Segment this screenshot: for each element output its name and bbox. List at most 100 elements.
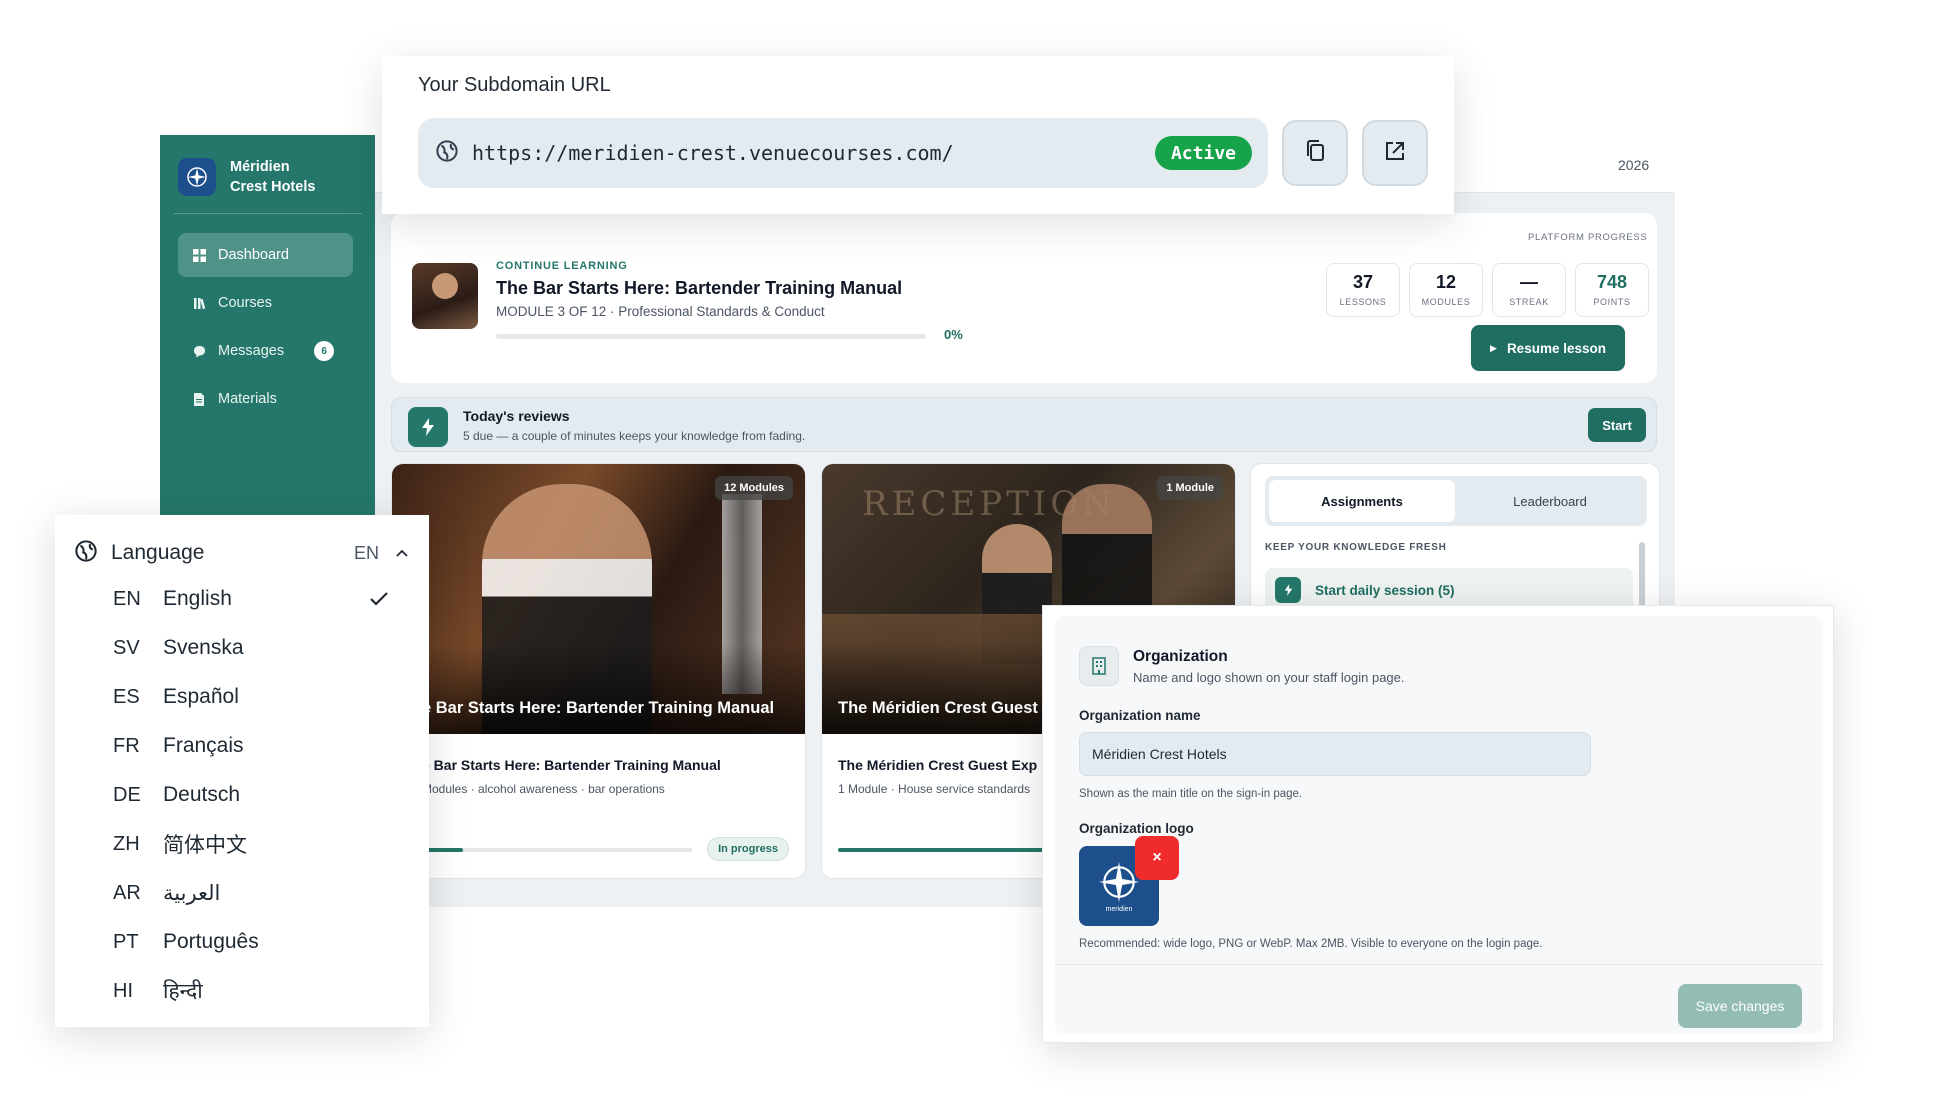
continue-eyebrow: CONTINUE LEARNING [496,260,628,272]
organization-name-label: Organization name [1079,708,1201,723]
brand-name-line2: Crest Hotels [230,179,316,195]
language-code: AR [113,881,141,904]
lightning-icon [408,407,448,447]
save-changes-button[interactable]: Save changes [1678,984,1802,1028]
dashboard-icon [192,248,206,262]
course-subtitle: 1 Module · House service standards [838,782,1031,796]
messages-count-badge: 6 [314,341,335,361]
stat-value: — [1520,272,1538,292]
organization-subtitle: Name and logo shown on your staff login … [1133,670,1405,685]
stat-label: LESSONS [1339,297,1387,307]
course-subtitle: Modules · alcohol awareness · bar operat… [422,782,665,796]
resume-lesson-label: Resume lesson [1506,340,1606,356]
stat-streak: — STREAK [1492,263,1566,317]
chevron-up-icon [395,545,409,563]
stat-value: 12 [1435,272,1457,292]
platform-progress-label: PLATFORM PROGRESS [1528,232,1648,243]
language-option-pt[interactable]: PT Português [113,922,413,962]
sidebar-item-messages[interactable]: Messages 6 [178,329,353,373]
language-code: FR [113,734,140,757]
language-code: ZH [113,832,140,855]
lightning-icon [1275,577,1301,603]
course-image: 12 Modules e Bar Starts Here: Bartender … [392,464,805,734]
language-option-fr[interactable]: FR Français [113,726,413,766]
language-menu-header[interactable]: Language EN [75,535,409,571]
subdomain-url-field[interactable]: https://meridien-crest.venuecourses.com/… [418,118,1268,188]
tab-leaderboard[interactable]: Leaderboard [1457,480,1643,522]
language-code: EN [113,587,141,610]
course-progress-fill [838,848,1058,852]
language-name: Svenska [163,636,244,659]
course-card[interactable]: 12 Modules e Bar Starts Here: Bartender … [391,463,806,879]
reviews-subtitle: 5 due — a couple of minutes keeps your k… [463,429,806,443]
subdomain-title: Your Subdomain URL [418,74,611,96]
resume-lesson-button[interactable]: ▶ Resume lesson [1471,325,1625,371]
organization-name-input[interactable] [1079,732,1591,776]
globe-icon [436,139,458,167]
current-language-code: EN [353,543,379,563]
section-heading: KEEP YOUR KNOWLEDGE FRESH [1265,542,1447,553]
language-option-en[interactable]: EN English [113,579,413,619]
panel-scrollbar[interactable] [1639,542,1645,612]
language-option-es[interactable]: ES Español [113,677,413,717]
stat-points: 748 POINTS [1575,263,1649,317]
chat-bubble-icon [192,344,206,358]
continue-course-title[interactable]: The Bar Starts Here: Bartender Training … [496,278,902,299]
stat-label: POINTS [1593,297,1631,307]
course-image-title: The Méridien Crest Guest [838,699,1038,717]
checkmark-icon [369,589,389,613]
modules-count-chip: 12 Modules [715,476,793,500]
sidebar-item-label: Dashboard [218,247,289,263]
course-thumbnail[interactable] [412,263,478,329]
language-code: ES [113,685,140,708]
stat-value: 748 [1596,272,1628,292]
language-code: SV [113,636,140,659]
compass-logo-icon [178,158,216,196]
language-name: 简体中文 [163,834,247,857]
footer-divider [1055,964,1823,965]
language-name: Français [163,734,244,757]
organization-logo-label: Organization logo [1079,821,1194,836]
course-progress-track [422,848,692,852]
continue-course-module: MODULE 3 OF 12 · Professional Standards … [496,304,825,319]
course-progress-track [838,848,1058,852]
globe-icon [75,539,97,567]
language-option-hi[interactable]: HI हिन्दी [113,971,413,1011]
subdomain-url-text: https://meridien-crest.venuecourses.com/ [472,141,954,165]
course-image-title: e Bar Starts Here: Bartender Training Ma… [422,699,775,717]
status-badge: Active [1154,136,1252,170]
course-title[interactable]: e Bar Starts Here: Bartender Training Ma… [422,757,721,773]
organization-settings-inner: Organization Name and logo shown on your… [1055,616,1823,1034]
reviews-title: Today's reviews [463,408,570,424]
building-icon [1079,646,1119,686]
stat-modules: 12 MODULES [1409,263,1483,317]
play-icon: ▶ [1490,342,1497,353]
year-label: 2026 [1618,157,1650,173]
continue-progress-percent: 0% [944,327,963,342]
brand-name: Méridien Crest Hotels [230,157,315,197]
sidebar-item-label: Courses [218,295,272,311]
sidebar-item-courses[interactable]: Courses [178,281,353,325]
language-option-de[interactable]: DE Deutsch [113,775,413,815]
copy-url-button[interactable] [1282,120,1348,186]
course-title[interactable]: The Méridien Crest Guest Exp [838,757,1037,773]
sidebar-item-materials[interactable]: Materials [178,377,353,421]
sidebar-item-dashboard[interactable]: Dashboard [178,233,353,277]
todays-reviews-banner: Today's reviews 5 due — a couple of minu… [391,397,1657,452]
start-reviews-button[interactable]: Start [1588,408,1646,442]
copy-icon [1304,139,1326,168]
language-option-zh[interactable]: ZH 简体中文 [113,824,413,864]
language-name: हिन्दी [163,980,203,1003]
remove-logo-button[interactable]: × [1135,836,1179,880]
organization-name-hint: Shown as the main title on the sign-in p… [1079,788,1303,800]
brand[interactable]: Méridien Crest Hotels [178,157,315,197]
open-url-button[interactable] [1362,120,1428,186]
tab-assignments[interactable]: Assignments [1269,480,1455,522]
stat-label: MODULES [1421,297,1471,307]
language-name: العربية [163,881,221,905]
stat-label: STREAK [1509,297,1549,307]
language-name: English [163,587,232,610]
language-option-sv[interactable]: SV Svenska [113,628,413,668]
modules-count-chip: 1 Module [1157,476,1223,500]
language-option-ar[interactable]: AR العربية [113,873,413,913]
